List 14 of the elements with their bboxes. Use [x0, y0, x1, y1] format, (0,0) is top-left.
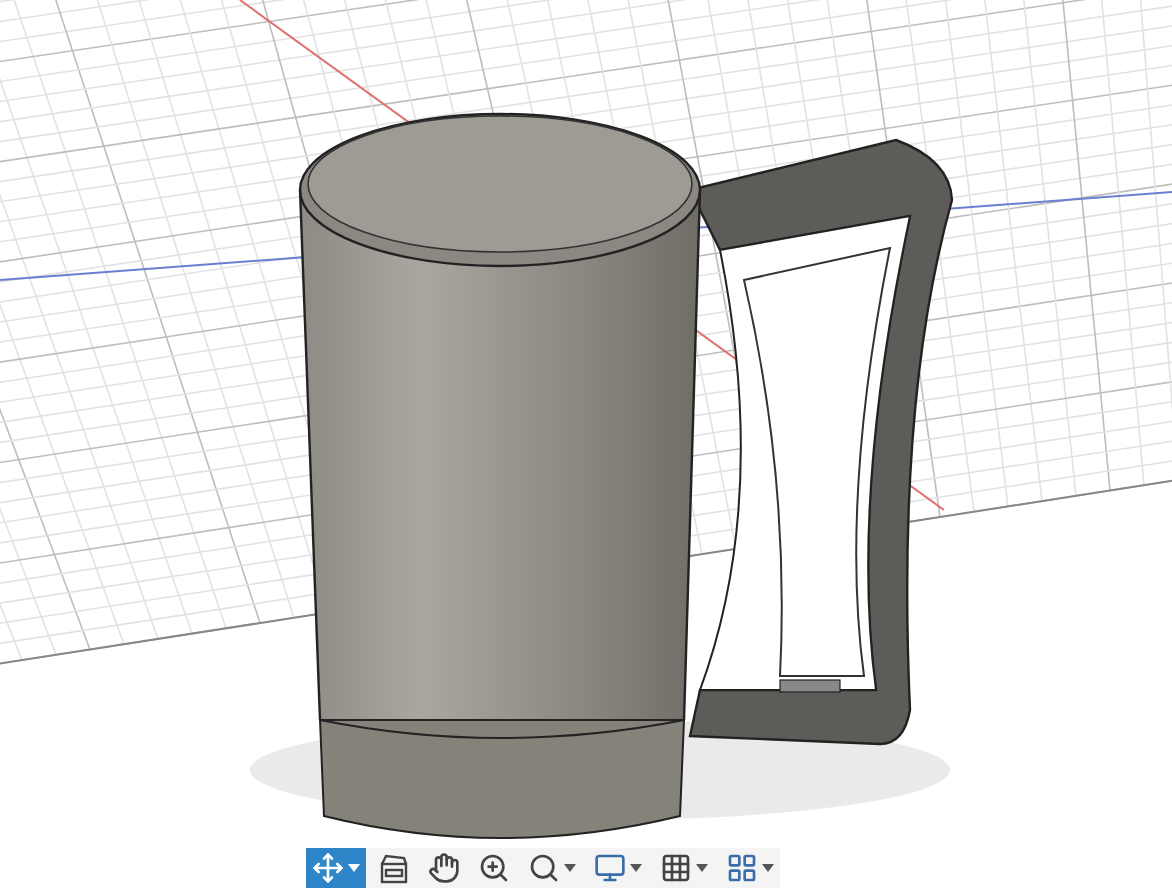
grid-icon [660, 852, 692, 884]
zoom-fit-icon [528, 852, 560, 884]
caret-icon [696, 864, 708, 872]
monitor-icon [594, 852, 626, 884]
caret-icon [630, 864, 642, 872]
camera-icon [378, 852, 410, 884]
toolbar-button[interactable] [306, 848, 366, 888]
zoom-icon [478, 852, 510, 884]
caret-icon [348, 864, 360, 872]
caret-icon [564, 864, 576, 872]
orbit-icon [312, 852, 344, 884]
hand-icon [428, 852, 460, 884]
caret-icon [762, 864, 774, 872]
viewports-icon [726, 852, 758, 884]
